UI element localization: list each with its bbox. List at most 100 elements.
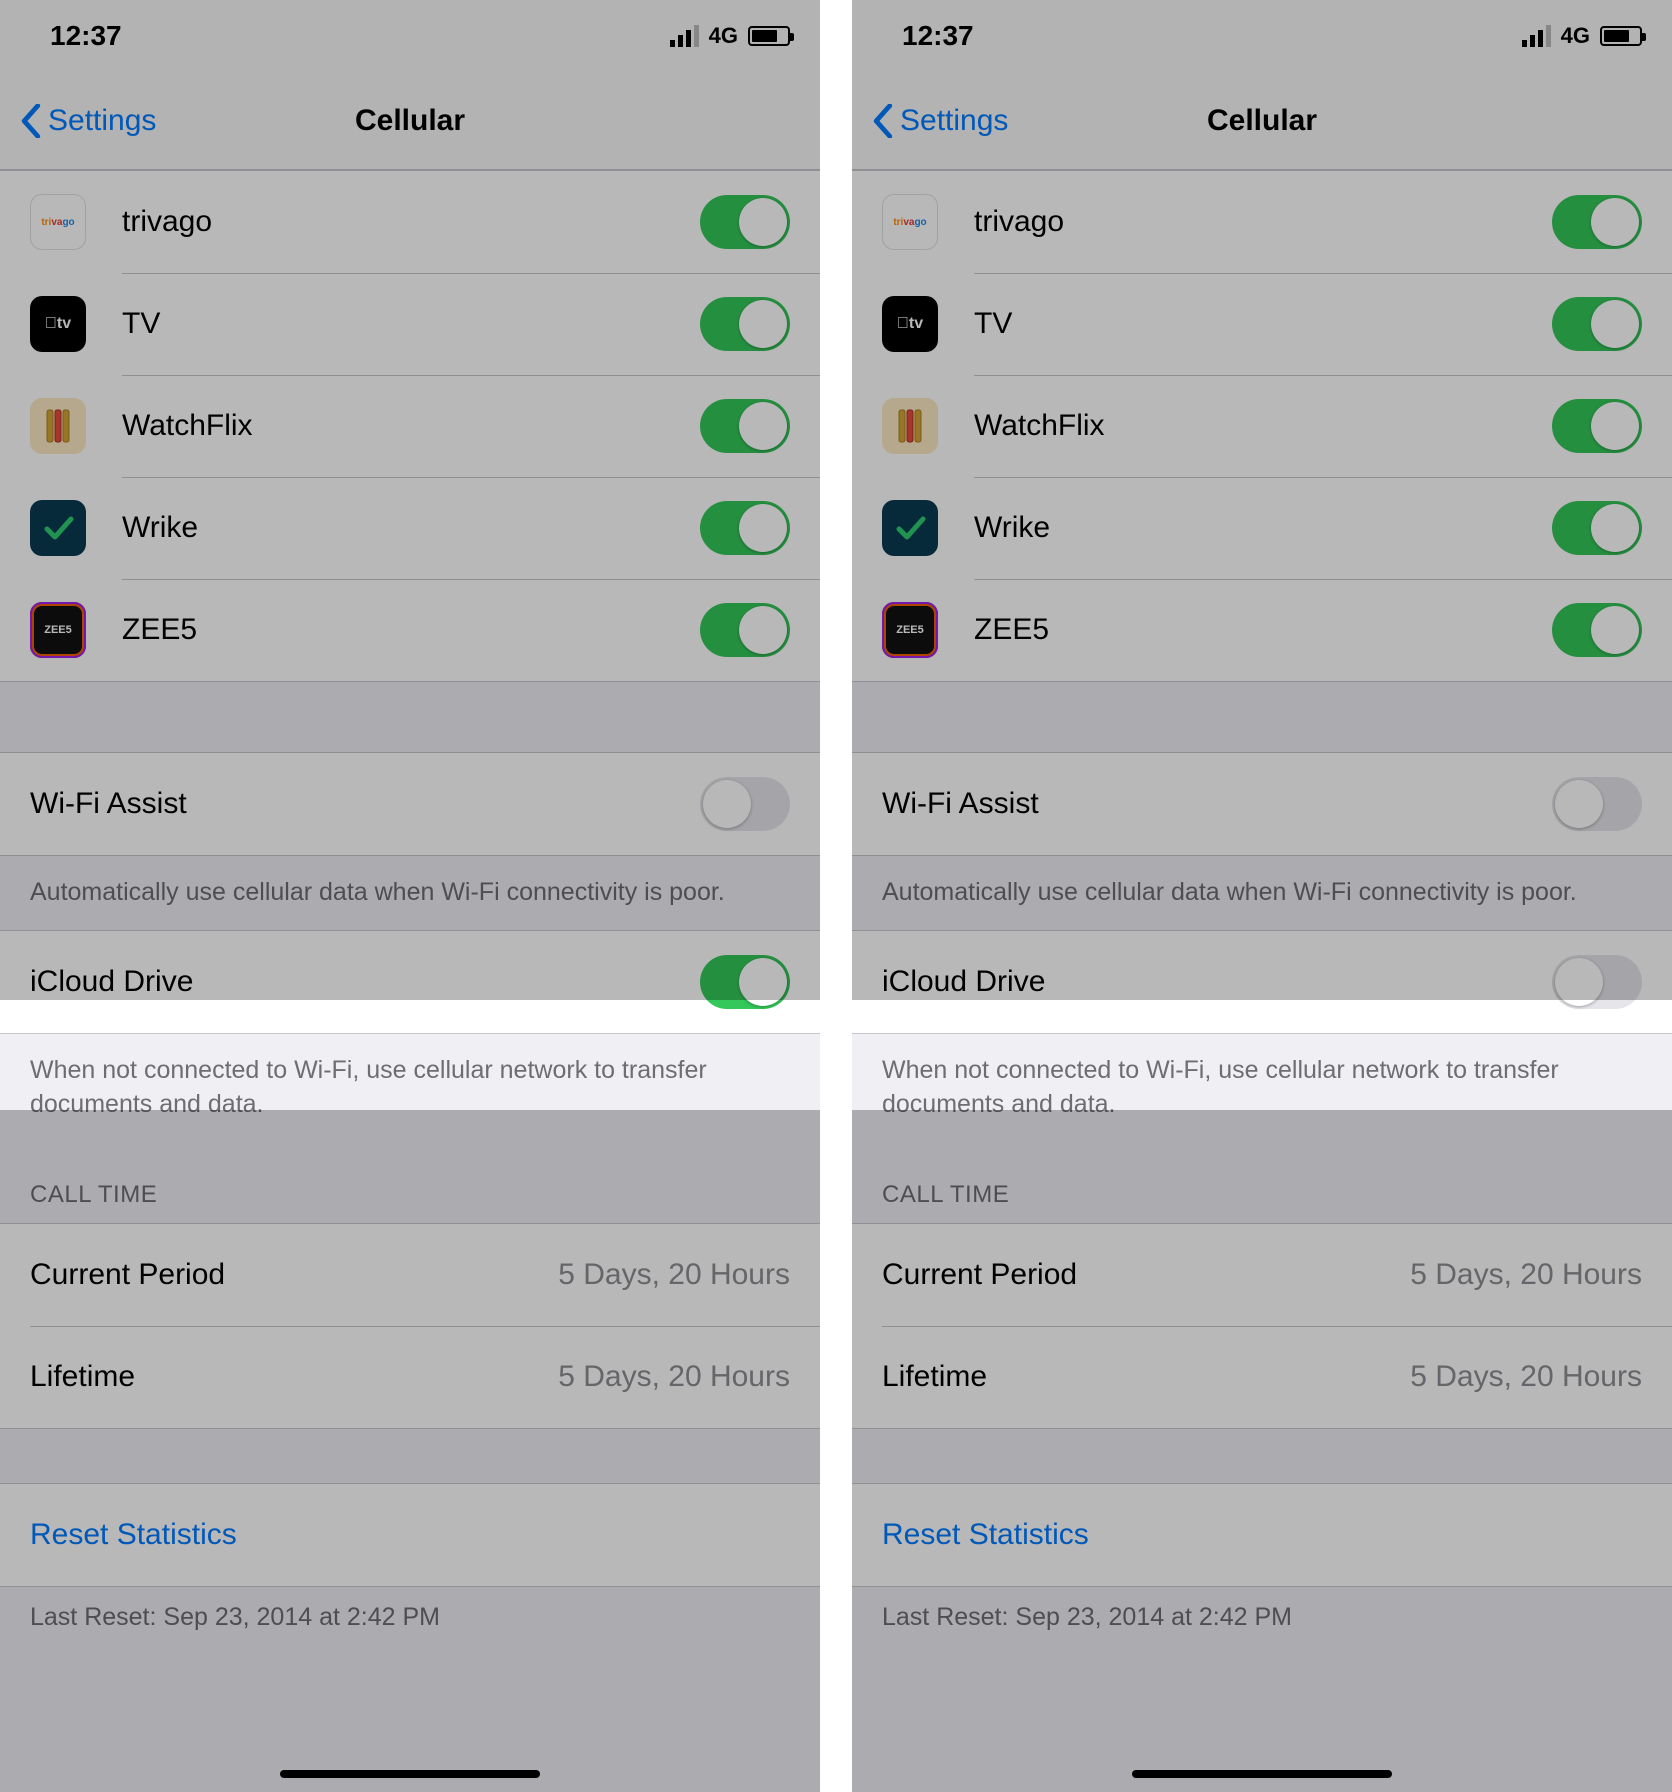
app-toggle[interactable] [1552,195,1642,249]
screenshot-right: 12:37 4G Settings Cellular trivago triva… [852,0,1672,1792]
wifi-assist-group: Wi-Fi Assist [0,752,820,856]
status-right: 4G [670,23,790,49]
app-label: ZEE5 [974,613,1552,647]
app-label: WatchFlix [122,409,700,443]
status-right: 4G [1522,23,1642,49]
app-label: TV [974,307,1552,341]
apps-group[interactable]: trivago trivago tv TV WatchFlix Wrike Z… [0,170,820,682]
cell-signal-icon [670,25,699,47]
wifi-assist-row[interactable]: Wi-Fi Assist [852,753,1672,855]
zee5-icon: ZEE5 [30,602,86,658]
call-time-group: Current Period 5 Days, 20 Hours Lifetime… [0,1223,820,1429]
icloud-drive-footer: When not connected to Wi-Fi, use cellula… [0,1034,820,1142]
status-bar: 12:37 4G [0,0,820,72]
reset-statistics-button[interactable]: Reset Statistics [0,1484,820,1586]
app-row-zee5[interactable]: ZEE5 ZEE5 [852,579,1672,681]
row-label: Lifetime [882,1360,1410,1394]
app-label: ZEE5 [122,613,700,647]
row-label: Current Period [882,1258,1410,1292]
panel-gap [820,0,852,1792]
cell-signal-icon [1522,25,1551,47]
apps-group[interactable]: trivago trivago tv TV WatchFlix Wrike Z… [852,170,1672,682]
icloud-drive-row[interactable]: iCloud Drive [852,931,1672,1033]
row-value: 5 Days, 20 Hours [1410,1258,1642,1292]
status-time: 12:37 [902,20,974,52]
back-label: Settings [900,104,1008,138]
home-indicator[interactable] [1132,1770,1392,1778]
app-row-tv[interactable]: tv TV [0,273,820,375]
wifi-assist-footer: Automatically use cellular data when Wi-… [852,856,1672,930]
app-toggle[interactable] [700,603,790,657]
wifi-assist-row[interactable]: Wi-Fi Assist [0,753,820,855]
chevron-left-icon [20,104,42,138]
wrike-icon [882,500,938,556]
app-toggle[interactable] [700,297,790,351]
row-value: 5 Days, 20 Hours [1410,1360,1642,1394]
app-label: trivago [122,205,700,239]
app-row-watchflix[interactable]: WatchFlix [852,375,1672,477]
app-label: Wrike [122,511,700,545]
wrike-icon [30,500,86,556]
status-time: 12:37 [50,20,122,52]
app-toggle[interactable] [1552,399,1642,453]
app-toggle[interactable] [700,399,790,453]
reset-label: Reset Statistics [30,1518,237,1552]
icloud-drive-toggle[interactable] [1552,955,1642,1009]
reset-statistics-button[interactable]: Reset Statistics [852,1484,1672,1586]
lifetime-row[interactable]: Lifetime 5 Days, 20 Hours [0,1326,820,1428]
reset-label: Reset Statistics [882,1518,1089,1552]
icloud-drive-group: iCloud Drive [852,930,1672,1034]
icloud-drive-label: iCloud Drive [30,965,700,999]
app-row-watchflix[interactable]: WatchFlix [0,375,820,477]
icloud-drive-label: iCloud Drive [882,965,1552,999]
wifi-assist-label: Wi-Fi Assist [30,787,700,821]
app-toggle[interactable] [1552,297,1642,351]
icloud-drive-row[interactable]: iCloud Drive [0,931,820,1033]
app-toggle[interactable] [700,195,790,249]
wifi-assist-footer: Automatically use cellular data when Wi-… [0,856,820,930]
app-row-trivago[interactable]: trivago trivago [852,171,1672,273]
row-value: 5 Days, 20 Hours [558,1360,790,1394]
call-time-group: Current Period 5 Days, 20 Hours Lifetime… [852,1223,1672,1429]
row-value: 5 Days, 20 Hours [558,1258,790,1292]
network-label: 4G [1561,23,1590,49]
call-time-header: CALL TIME [0,1141,820,1223]
last-reset-text: Last Reset: Sep 23, 2014 at 2:42 PM [0,1587,820,1655]
app-toggle[interactable] [1552,501,1642,555]
lifetime-row[interactable]: Lifetime 5 Days, 20 Hours [852,1326,1672,1428]
battery-icon [1600,26,1642,46]
icloud-drive-group: iCloud Drive [0,930,820,1034]
back-label: Settings [48,104,156,138]
current-period-row[interactable]: Current Period 5 Days, 20 Hours [0,1224,820,1326]
app-row-tv[interactable]: tv TV [852,273,1672,375]
back-button[interactable]: Settings [20,104,156,138]
home-indicator[interactable] [280,1770,540,1778]
wifi-assist-label: Wi-Fi Assist [882,787,1552,821]
app-label: TV [122,307,700,341]
wifi-assist-toggle[interactable] [700,777,790,831]
reset-group: Reset Statistics [0,1483,820,1587]
watchflix-icon [30,398,86,454]
app-row-wrike[interactable]: Wrike [0,477,820,579]
wifi-assist-group: Wi-Fi Assist [852,752,1672,856]
app-row-trivago[interactable]: trivago trivago [0,171,820,273]
nav-bar: Settings Cellular [852,72,1672,170]
app-row-zee5[interactable]: ZEE5 ZEE5 [0,579,820,681]
icloud-drive-toggle[interactable] [700,955,790,1009]
reset-group: Reset Statistics [852,1483,1672,1587]
app-label: WatchFlix [974,409,1552,443]
row-label: Lifetime [30,1360,558,1394]
app-toggle[interactable] [1552,603,1642,657]
app-label: trivago [974,205,1552,239]
back-button[interactable]: Settings [872,104,1008,138]
wifi-assist-toggle[interactable] [1552,777,1642,831]
app-toggle[interactable] [700,501,790,555]
appletv-icon: tv [882,296,938,352]
appletv-icon: tv [30,296,86,352]
app-row-wrike[interactable]: Wrike [852,477,1672,579]
trivago-icon: trivago [882,194,938,250]
last-reset-text: Last Reset: Sep 23, 2014 at 2:42 PM [852,1587,1672,1655]
nav-bar: Settings Cellular [0,72,820,170]
current-period-row[interactable]: Current Period 5 Days, 20 Hours [852,1224,1672,1326]
chevron-left-icon [872,104,894,138]
